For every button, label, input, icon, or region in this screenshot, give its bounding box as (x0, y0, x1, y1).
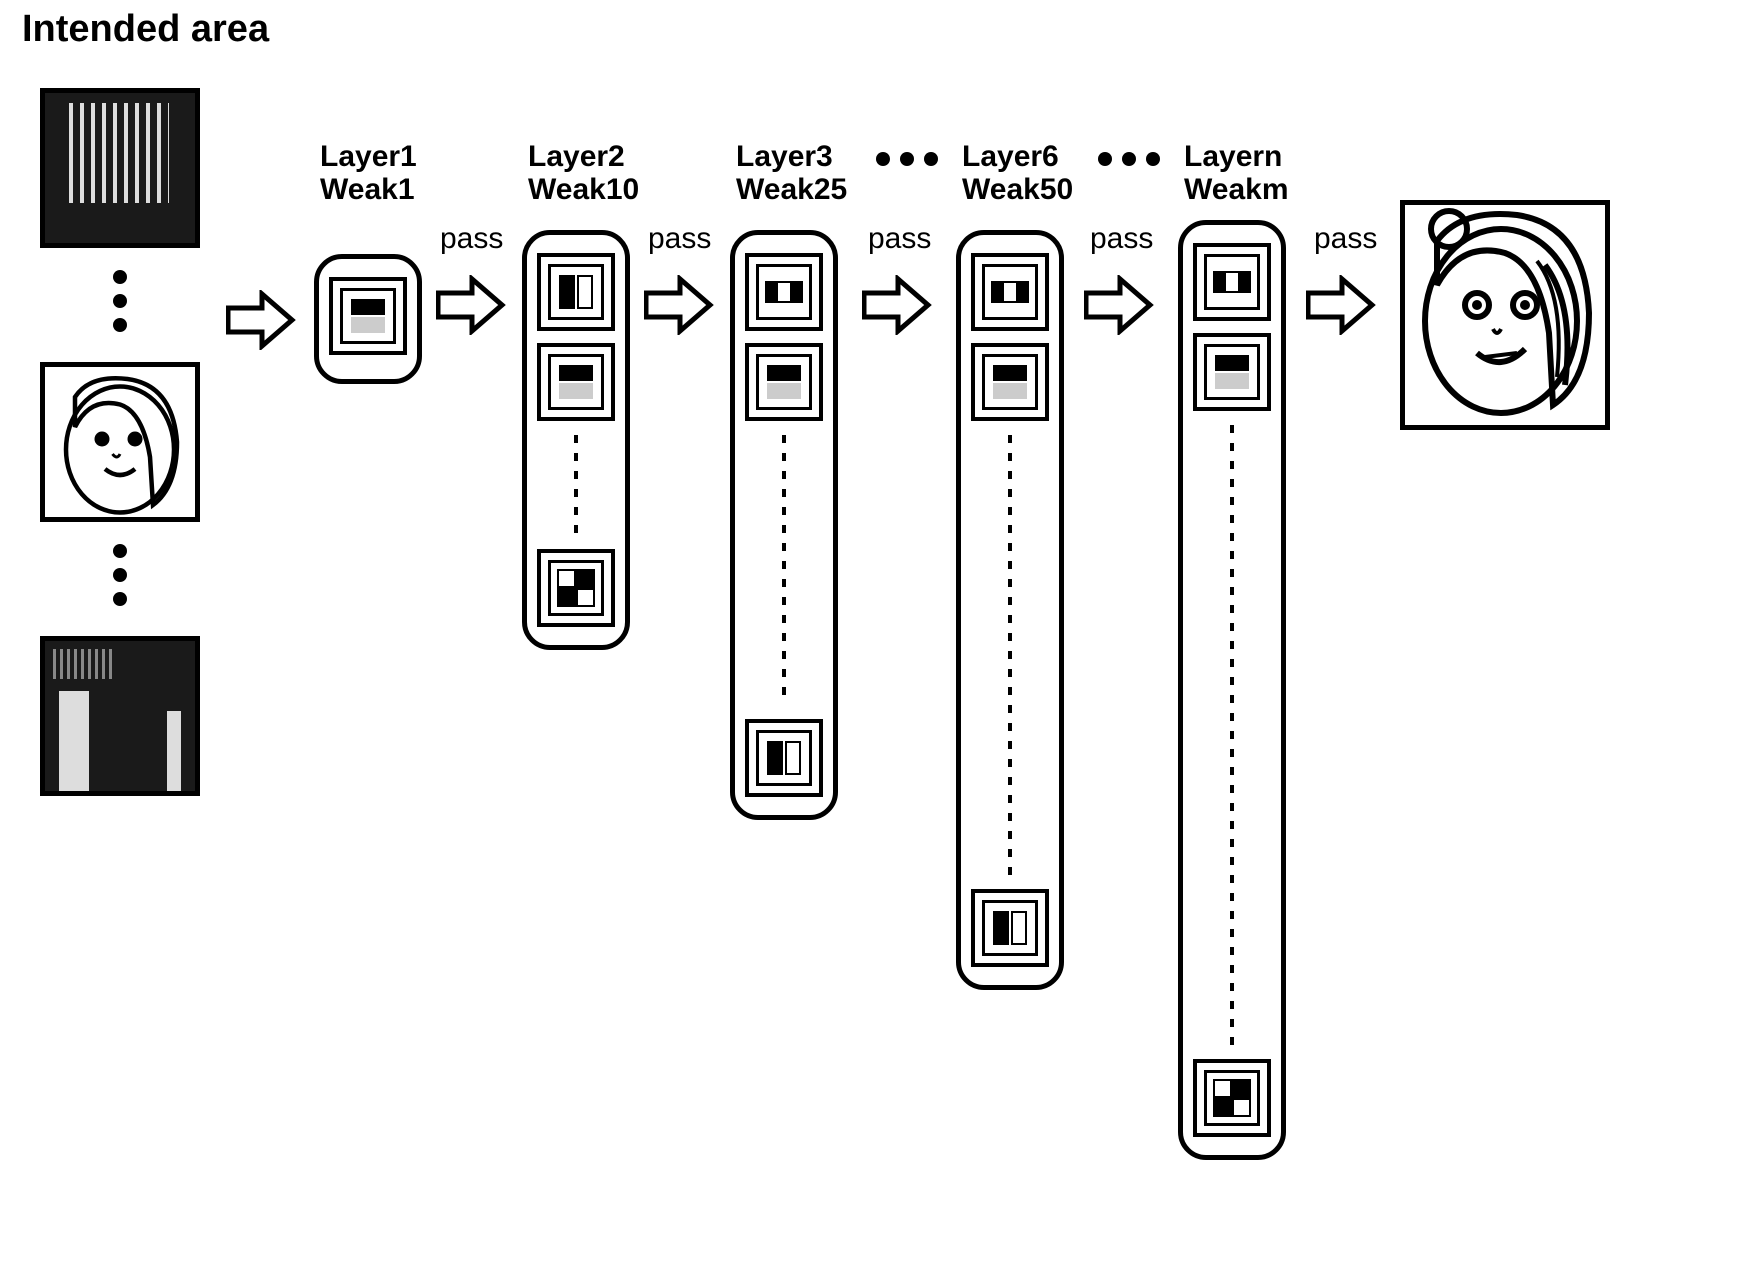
layer1-container (314, 254, 422, 384)
arrow-icon (644, 275, 714, 335)
haar-feature-icon (537, 343, 615, 421)
arrow-icon (226, 290, 296, 350)
input-sample-1 (40, 88, 200, 248)
haar-feature-icon (537, 549, 615, 627)
diagram-title: Intended area (22, 8, 269, 51)
layer-vdots-icon (1230, 425, 1234, 1045)
pass-label-4: pass (1090, 222, 1153, 256)
output-face (1400, 200, 1610, 430)
haar-feature-icon (971, 253, 1049, 331)
input-vdots-2 (113, 544, 127, 606)
haar-feature-icon (329, 277, 407, 355)
layern-label: Layern Weakm (1184, 140, 1289, 206)
haar-feature-icon (745, 253, 823, 331)
pass-label-3: pass (868, 222, 931, 256)
haar-feature-icon (971, 343, 1049, 421)
layer-vdots-icon (1008, 435, 1012, 875)
input-sample-3 (40, 636, 200, 796)
face-icon (45, 367, 195, 517)
pass-label-5: pass (1314, 222, 1377, 256)
face-icon (1405, 205, 1605, 425)
layern-container (1178, 220, 1286, 1160)
arrow-icon (436, 275, 506, 335)
layer2-container (522, 230, 630, 650)
haar-feature-icon (537, 253, 615, 331)
layer6-container (956, 230, 1064, 990)
layer2-label: Layer2 Weak10 (528, 140, 639, 206)
ellipsis-2 (1098, 152, 1160, 166)
layer3-label: Layer3 Weak25 (736, 140, 847, 206)
ellipsis-1 (876, 152, 938, 166)
layer-vdots-icon (574, 435, 578, 535)
layer1-label: Layer1 Weak1 (320, 140, 417, 206)
layer3-container (730, 230, 838, 820)
input-vdots-1 (113, 270, 127, 332)
arrow-icon (862, 275, 932, 335)
haar-feature-icon (1193, 333, 1271, 411)
haar-feature-icon (1193, 243, 1271, 321)
haar-feature-icon (745, 343, 823, 421)
pass-label-2: pass (648, 222, 711, 256)
layer-vdots-icon (782, 435, 786, 705)
haar-feature-icon (971, 889, 1049, 967)
arrow-icon (1084, 275, 1154, 335)
layer6-label: Layer6 Weak50 (962, 140, 1073, 206)
arrow-icon (1306, 275, 1376, 335)
haar-feature-icon (1193, 1059, 1271, 1137)
input-sample-2-face (40, 362, 200, 522)
haar-feature-icon (745, 719, 823, 797)
pass-label-1: pass (440, 222, 503, 256)
